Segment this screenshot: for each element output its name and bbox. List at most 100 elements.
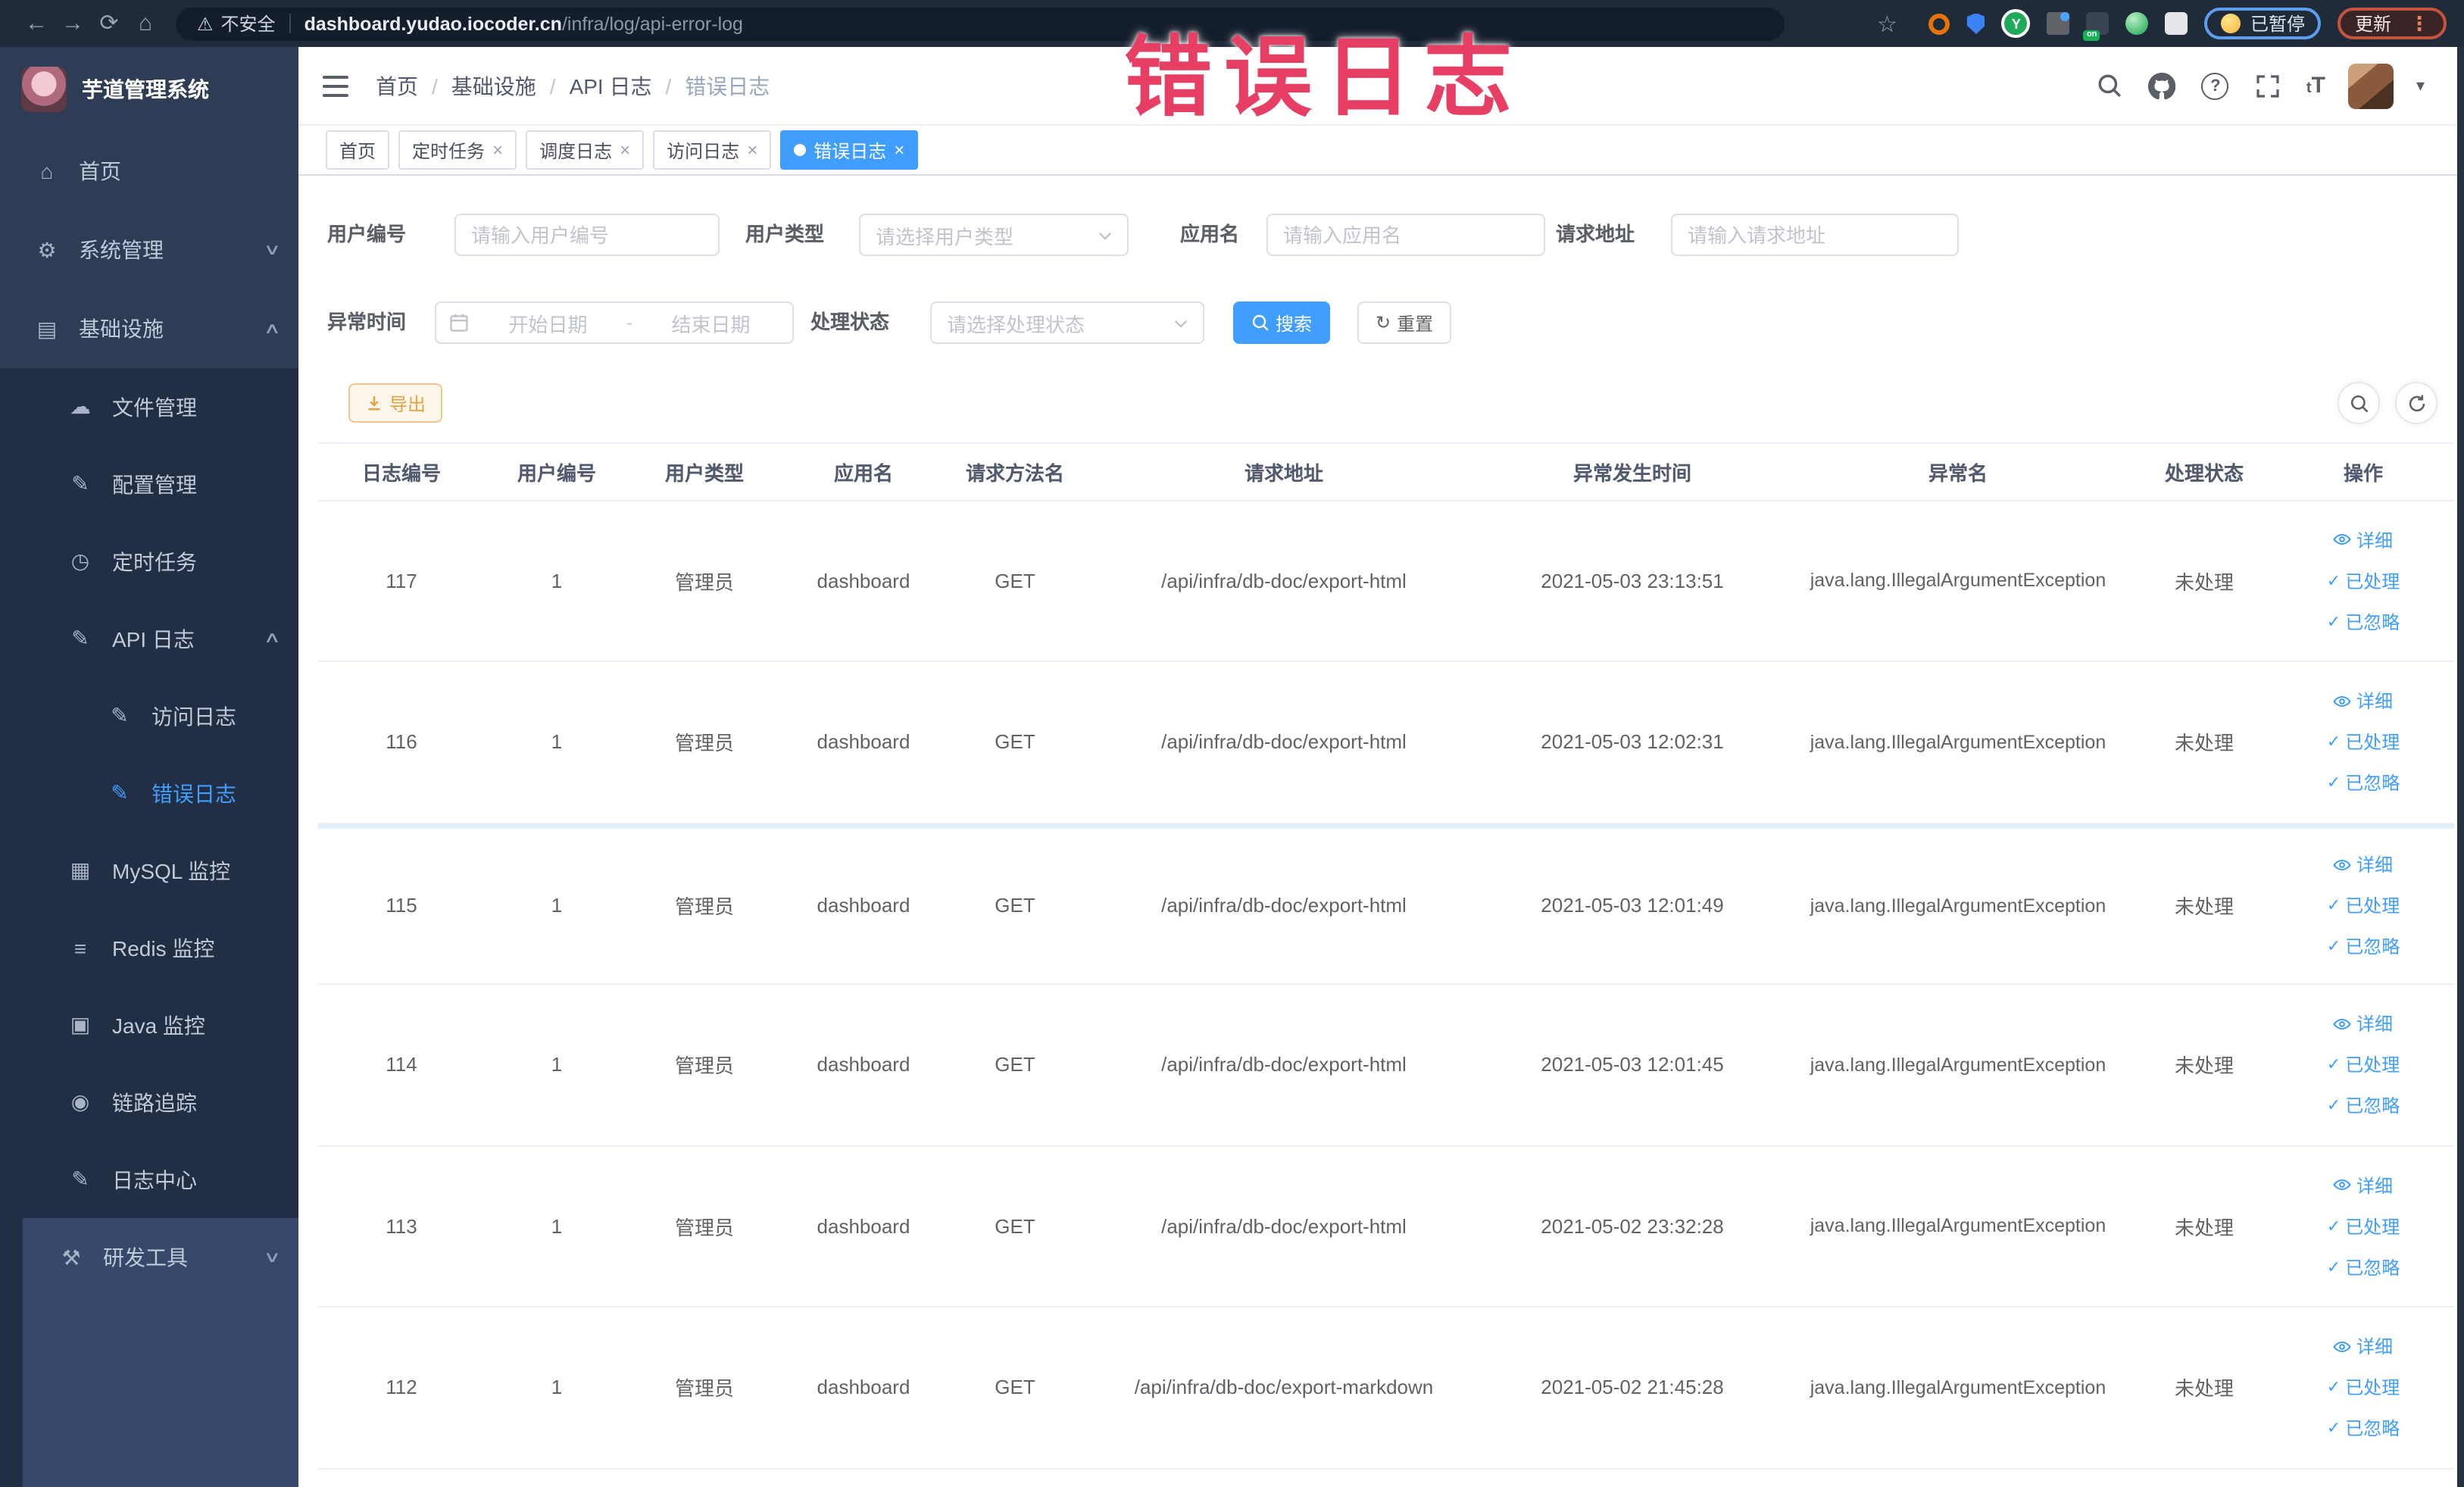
mark-ignored-link[interactable]: ✓ 已忽略: [2327, 1093, 2400, 1119]
mark-processed-link[interactable]: ✓ 已处理: [2327, 568, 2400, 594]
paused-label: 已暂停: [2250, 14, 2305, 35]
mark-processed-link[interactable]: ✓ 已处理: [2327, 893, 2400, 919]
table-header-cell: 请求方法名: [965, 461, 1064, 485]
sidebar-item-access-log[interactable]: ✎ 访问日志: [0, 677, 298, 754]
address-bar[interactable]: ⚠ 不安全 dashboard.yudao.iocoder.cn /infra/…: [176, 7, 1785, 40]
search-button[interactable]: 搜索: [1233, 301, 1331, 344]
sidebar-item-mysql-monitor[interactable]: ▦ MySQL 监控: [0, 832, 298, 909]
security-label[interactable]: 不安全: [221, 11, 276, 36]
table-row: 113 1 管理员 dashboard GET /api/infra/db-do…: [318, 1146, 2454, 1307]
clock-icon: ◷: [70, 548, 90, 573]
extension-shield-icon[interactable]: [1966, 13, 1985, 34]
app-logo-row[interactable]: 芋道管理系统: [0, 47, 298, 132]
infrastructure-icon: ▤: [36, 316, 58, 340]
refresh-table-button[interactable]: [2395, 382, 2437, 424]
sidebar-item-system-mgmt[interactable]: ⚙ 系统管理 ∨: [0, 211, 298, 289]
app-logo: [21, 67, 67, 112]
detail-link[interactable]: 详细: [2334, 1173, 2393, 1198]
chevron-down-icon: ∨: [262, 1249, 281, 1266]
forward-icon[interactable]: →: [55, 0, 91, 47]
sidebar-item-file-mgmt[interactable]: ☁ 文件管理: [0, 368, 298, 445]
sidebar-toggle-icon[interactable]: [323, 75, 348, 96]
search-icon[interactable]: [2094, 70, 2125, 101]
mark-processed-link[interactable]: ✓ 已处理: [2327, 1214, 2400, 1239]
kebab-menu-icon[interactable]: ⋮: [2409, 11, 2429, 36]
reload-icon[interactable]: ⟳: [91, 0, 127, 47]
request-url-input[interactable]: [1671, 214, 1959, 256]
extension-grid-icon[interactable]: [2047, 12, 2070, 35]
sidebar-item-java-monitor[interactable]: ▣ Java 监控: [0, 986, 298, 1064]
extension-y-icon[interactable]: Y: [2001, 9, 2031, 38]
sidebar-item-scheduled-tasks[interactable]: ◷ 定时任务: [0, 523, 298, 600]
paused-badge[interactable]: 已暂停: [2204, 8, 2322, 39]
extension-orange-icon[interactable]: [1928, 13, 1950, 34]
breadcrumb-home[interactable]: 首页: [376, 70, 418, 101]
reset-button[interactable]: ↻ 重置: [1357, 301, 1452, 344]
mark-processed-link[interactable]: ✓ 已处理: [2327, 1052, 2400, 1078]
process-status-select[interactable]: 请选择处理状态: [930, 301, 1204, 344]
tab-access-log[interactable]: 访问日志 ×: [653, 130, 772, 170]
tab-error-log[interactable]: 错误日志 ×: [780, 130, 919, 170]
detail-link[interactable]: 详细: [2334, 852, 2393, 878]
sidebar: 芋道管理系统 ⌂ 首页 ⚙ 系统管理 ∨ ▤ 基础设施 ∧ ☁ 文件管理 ✎ 配…: [0, 47, 298, 1487]
detail-link[interactable]: 详细: [2334, 527, 2393, 553]
mark-ignored-link[interactable]: ✓ 已忽略: [2327, 770, 2400, 796]
table-row: 112 1 管理员 dashboard GET /api/infra/db-do…: [318, 1307, 2454, 1469]
user-id-input[interactable]: [454, 214, 720, 256]
sidebar-item-dev-tools[interactable]: ⚒ 研发工具 ∨: [0, 1218, 298, 1297]
url-domain[interactable]: dashboard.yudao.iocoder.cn: [304, 13, 562, 34]
sidebar-item-home[interactable]: ⌂ 首页: [0, 132, 298, 211]
bookmark-star-icon[interactable]: ☆: [1877, 10, 1897, 37]
mark-ignored-link[interactable]: ✓ 已忽略: [2327, 934, 2400, 960]
mark-ignored-link[interactable]: ✓ 已忽略: [2327, 609, 2400, 635]
sidebar-item-api-log[interactable]: ✎ API 日志 ∧: [0, 600, 298, 677]
tab-schedule-log[interactable]: 调度日志 ×: [526, 130, 645, 170]
sidebar-item-error-log[interactable]: ✎ 错误日志: [0, 754, 298, 832]
sidebar-item-redis-monitor[interactable]: ≡ Redis 监控: [0, 909, 298, 986]
fullscreen-icon[interactable]: [2253, 70, 2284, 101]
user-avatar[interactable]: [2347, 63, 2394, 108]
url-path[interactable]: /infra/log/api-error-log: [562, 13, 743, 34]
detail-link[interactable]: 详细: [2334, 1011, 2393, 1037]
check-icon: ✓: [2326, 613, 2341, 632]
font-size-icon[interactable]: tT: [2306, 73, 2325, 98]
page-scrollbar[interactable]: [2457, 47, 2464, 1487]
github-icon[interactable]: [2147, 70, 2178, 101]
exception-time-label: 异常时间: [327, 311, 407, 333]
extensions-puzzle-icon[interactable]: [2165, 12, 2188, 35]
row-actions: 详细 ✓ 已处理 ✓ 已忽略: [2272, 852, 2454, 960]
sidebar-item-config-mgmt[interactable]: ✎ 配置管理: [0, 445, 298, 523]
mark-ignored-link[interactable]: ✓ 已忽略: [2327, 1254, 2400, 1280]
table-header-cell: 请求地址: [1244, 461, 1323, 485]
detail-link[interactable]: 详细: [2334, 689, 2393, 714]
refresh-icon: [2406, 393, 2426, 413]
tab-close-icon[interactable]: ×: [620, 139, 630, 161]
home-icon[interactable]: ⌂: [127, 0, 164, 47]
user-type-select[interactable]: 请选择用户类型: [859, 214, 1129, 256]
tab-home[interactable]: 首页: [326, 130, 390, 170]
mark-ignored-link[interactable]: ✓ 已忽略: [2327, 1416, 2400, 1442]
breadcrumb-api-log[interactable]: API 日志: [570, 70, 652, 101]
mark-processed-link[interactable]: ✓ 已处理: [2327, 729, 2400, 755]
sidebar-item-log-center[interactable]: ✎ 日志中心: [0, 1141, 298, 1218]
back-icon[interactable]: ←: [18, 0, 55, 47]
export-button[interactable]: 导出: [348, 383, 443, 423]
sidebar-item-infrastructure[interactable]: ▤ 基础设施 ∧: [0, 289, 298, 368]
app-name-input[interactable]: [1266, 214, 1545, 256]
tab-close-icon[interactable]: ×: [747, 139, 757, 161]
update-button[interactable]: 更新 ⋮: [2338, 8, 2446, 39]
tab-close-icon[interactable]: ×: [894, 139, 904, 161]
extension-sprout-icon[interactable]: [2125, 12, 2149, 35]
extension-switch-icon[interactable]: on: [2083, 12, 2110, 41]
help-icon[interactable]: ?: [2200, 70, 2231, 101]
sidebar-item-trace[interactable]: ◉ 链路追踪: [0, 1064, 298, 1141]
toggle-search-button[interactable]: [2338, 382, 2380, 424]
avatar-caret-icon[interactable]: ▾: [2416, 76, 2425, 95]
check-icon: ✓: [2326, 1420, 2341, 1439]
mark-processed-link[interactable]: ✓ 已处理: [2327, 1375, 2400, 1401]
tab-scheduled-tasks[interactable]: 定时任务 ×: [398, 130, 517, 170]
tab-close-icon[interactable]: ×: [492, 139, 503, 161]
detail-link[interactable]: 详细: [2334, 1334, 2393, 1360]
breadcrumb-infrastructure[interactable]: 基础设施: [451, 70, 536, 101]
exception-time-range-picker[interactable]: 开始日期 - 结束日期: [435, 301, 794, 344]
